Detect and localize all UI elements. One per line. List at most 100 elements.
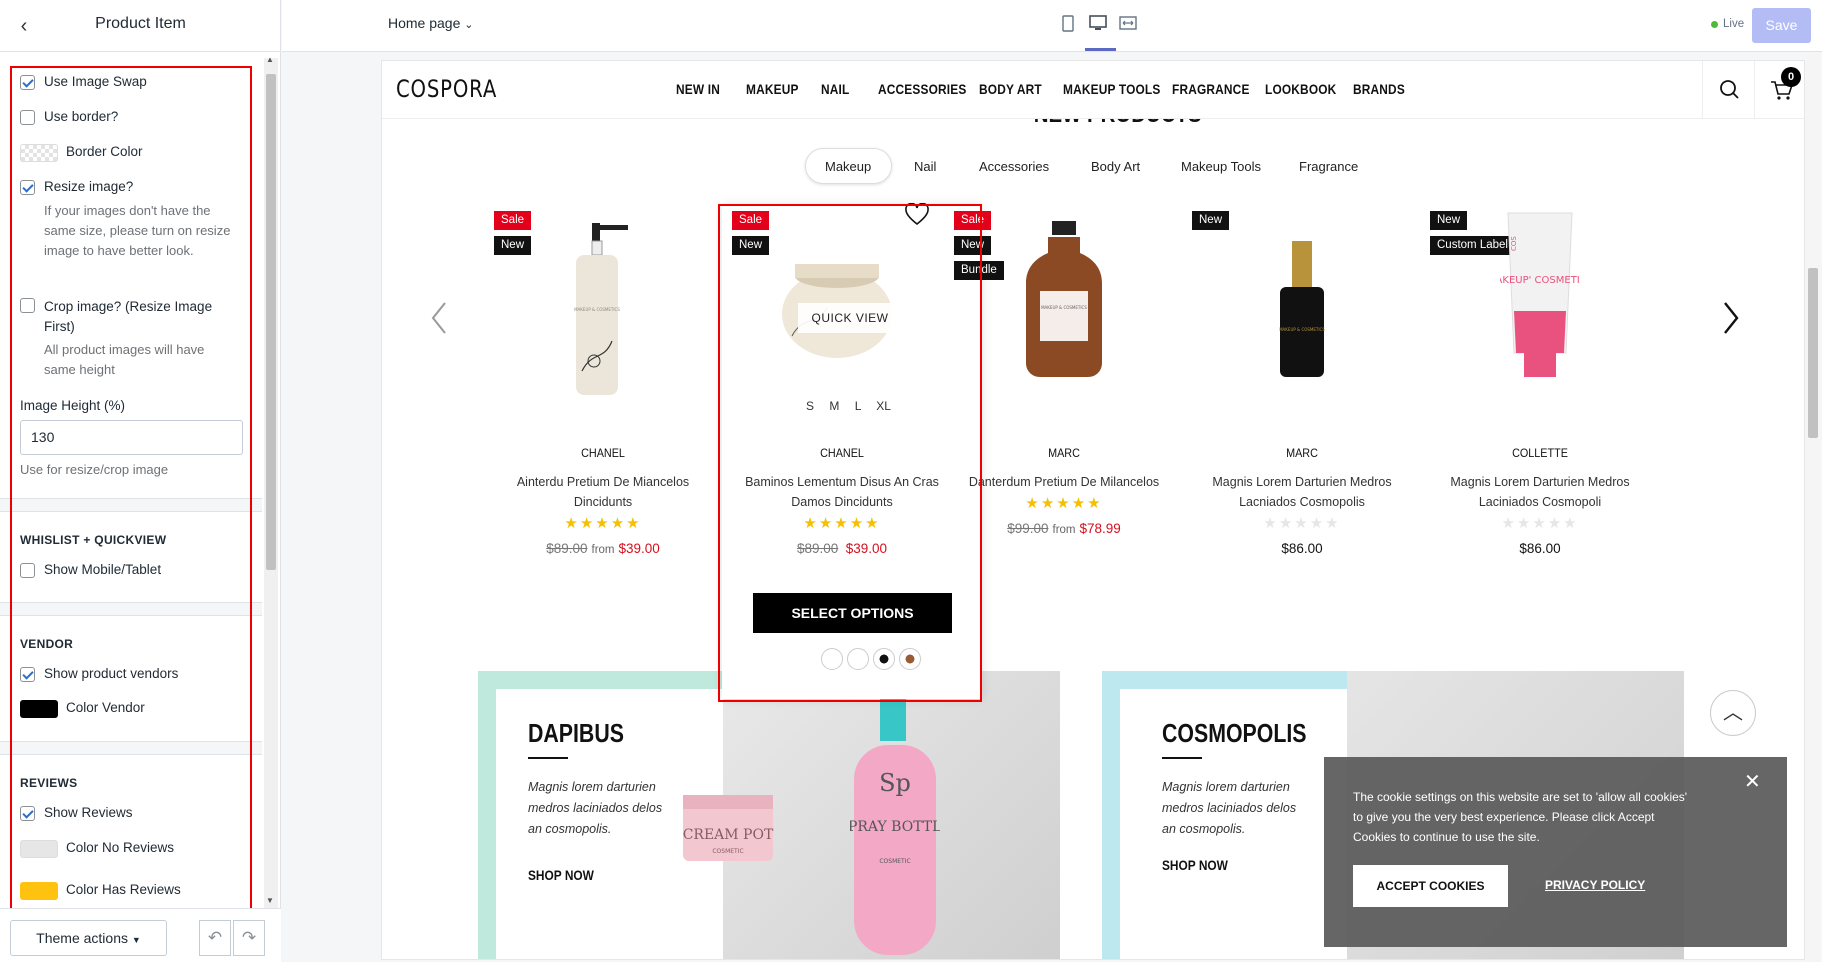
nav-fragrance[interactable]: FRAGRANCE <box>1172 81 1250 97</box>
section-divider <box>0 602 262 616</box>
undo-icon[interactable]: ↶ <box>199 920 231 956</box>
size-option-m[interactable]: M <box>829 399 839 413</box>
use-border-checkbox[interactable] <box>20 110 35 125</box>
product-title[interactable]: Danterdum Pretium De Milancelos <box>954 472 1174 492</box>
banner-spray-bottle-image: Sp SPRAY BOTTLE COSMETIC <box>850 681 940 955</box>
section-divider <box>0 498 262 512</box>
size-option-l[interactable]: L <box>855 399 861 413</box>
theme-editor-sidebar: ‹ Product Item Use Image Swap Use border… <box>0 0 281 962</box>
close-icon[interactable]: ✕ <box>1744 769 1761 794</box>
scroll-up-arrow-icon[interactable]: ▲ <box>266 55 274 64</box>
banner-title: DAPIBUS <box>528 718 624 748</box>
crop-image-checkbox[interactable] <box>20 298 35 313</box>
preview-scroll-thumb[interactable] <box>1808 268 1818 438</box>
privacy-policy-link[interactable]: PRIVACY POLICY <box>1545 878 1645 892</box>
color-vendor-swatch[interactable] <box>20 700 58 718</box>
product-image[interactable]: MAKEUP & COSMETICS <box>1004 221 1124 381</box>
tab-makeup-tools[interactable]: Makeup Tools <box>1181 159 1261 174</box>
swatch-amber-icon[interactable] <box>899 648 921 670</box>
product-image-label: MAKEUP & COSMETICS <box>1041 305 1087 310</box>
product-image[interactable] <box>772 236 902 366</box>
accept-cookies-button[interactable]: ACCEPT COOKIES <box>1353 865 1508 907</box>
compare-price: $99.00 <box>1007 521 1049 536</box>
tab-body-art[interactable]: Body Art <box>1091 159 1140 174</box>
store-logo[interactable]: COSPORA <box>396 75 497 103</box>
fullwidth-view-icon[interactable] <box>1118 15 1138 37</box>
theme-actions-button[interactable]: Theme actions ▼ <box>10 920 167 956</box>
carousel-next-arrow-icon[interactable] <box>1722 301 1740 340</box>
border-color-swatch[interactable] <box>20 144 58 162</box>
banner-bottle-logo: Sp <box>879 769 911 797</box>
banner-text: Magnis lorem darturien medros laciniados… <box>1162 780 1297 836</box>
swatch-jar-icon[interactable] <box>821 648 843 670</box>
rating-stars-empty-icon: ★★★★★ <box>1501 515 1579 532</box>
product-vendor[interactable]: COLLETTE <box>1441 446 1639 460</box>
product-image-label: MAKEUP & COSMETICS <box>574 307 620 312</box>
size-option-s[interactable]: S <box>806 399 814 413</box>
tab-makeup[interactable]: Makeup <box>825 159 871 174</box>
show-reviews-checkbox[interactable] <box>20 806 35 821</box>
preview-scrollbar[interactable] <box>1806 53 1820 962</box>
scroll-down-arrow-icon[interactable]: ▼ <box>266 896 274 905</box>
product-title[interactable]: Magnis Lorem Darturien Medros Laciniados… <box>1430 472 1650 512</box>
show-mobile-checkbox[interactable] <box>20 563 35 578</box>
save-button[interactable]: Save <box>1752 8 1811 43</box>
nav-new-in[interactable]: NEW IN <box>676 81 720 97</box>
carousel-prev-arrow-icon[interactable] <box>430 301 448 340</box>
image-height-input[interactable]: 130 <box>20 420 243 455</box>
wishlist-section-title: WHISLIST + QUICKVIEW <box>20 533 167 547</box>
nav-accessories[interactable]: ACCESSORIES <box>878 81 967 97</box>
compare-price: $89.00 <box>796 541 839 556</box>
use-image-swap-checkbox[interactable] <box>20 75 35 90</box>
color-no-reviews-swatch[interactable] <box>20 840 58 858</box>
banner-bottle-label: SPRAY BOTTLE <box>850 819 940 835</box>
page-selector[interactable]: Home page ⌄ <box>388 15 474 31</box>
product-vendor[interactable]: MARC <box>1203 446 1401 460</box>
image-height-label: Image Height (%) <box>20 398 126 413</box>
shop-now-link[interactable]: SHOP NOW <box>1162 857 1228 873</box>
nav-brands[interactable]: BRANDS <box>1353 81 1405 97</box>
product-price: $86.00 <box>1281 541 1323 556</box>
color-no-reviews-label: Color No Reviews <box>66 840 175 855</box>
rating-stars-icon: ★★★★★ <box>564 515 642 532</box>
color-has-reviews-swatch[interactable] <box>20 882 58 900</box>
banner-divider <box>528 757 568 759</box>
nav-makeup[interactable]: MAKEUP <box>746 81 799 97</box>
tab-nail[interactable]: Nail <box>914 159 936 174</box>
tab-accessories[interactable]: Accessories <box>979 159 1049 174</box>
tab-fragrance[interactable]: Fragrance <box>1299 159 1358 174</box>
product-image[interactable]: MAKEUP' COSMETICS COS <box>1500 211 1580 391</box>
resize-image-checkbox[interactable] <box>20 180 35 195</box>
product-title[interactable]: Ainterdu Pretium De Miancelos Dincidunts <box>493 472 713 512</box>
back-to-top-chevron-icon[interactable]: ︿ <box>1710 690 1756 736</box>
product-title[interactable]: Baminos Lementum Disus An Cras Damos Din… <box>732 472 952 512</box>
product-vendor[interactable]: MARC <box>965 446 1163 460</box>
product-image[interactable]: MAKEUP & COSMETICS <box>1272 241 1332 381</box>
product-vendor[interactable]: CHANEL <box>504 446 702 460</box>
banner-text: Magnis lorem darturien medros laciniados… <box>528 780 663 836</box>
banner-jar-image: CREAM POT COSMETIC <box>683 795 774 861</box>
search-icon[interactable] <box>1702 61 1754 119</box>
mobile-view-icon[interactable] <box>1058 15 1078 37</box>
swatch-pump-icon[interactable] <box>847 648 869 670</box>
desktop-view-icon[interactable] <box>1088 15 1108 37</box>
redo-icon[interactable]: ↷ <box>233 920 265 956</box>
swatch-bottle-icon[interactable] <box>873 648 895 670</box>
promo-banner[interactable]: CREAM POT COSMETIC Sp SPRAY BOTTLE COSMETIC… <box>478 671 1060 959</box>
nav-nail[interactable]: NAIL <box>821 81 849 97</box>
product-image[interactable]: MAKEUP & COSMETICS <box>558 211 648 401</box>
shop-now-link[interactable]: SHOP NOW <box>528 867 594 883</box>
section-divider <box>0 741 262 755</box>
sidebar-scroll-thumb[interactable] <box>266 74 276 570</box>
quick-view-button[interactable]: QUICK VIEW <box>798 303 902 333</box>
product-title[interactable]: Magnis Lorem Darturien Medros Lacniados … <box>1192 472 1412 512</box>
wishlist-heart-icon[interactable] <box>904 202 930 232</box>
nav-makeup-tools[interactable]: MAKEUP TOOLS <box>1063 81 1160 97</box>
nav-body-art[interactable]: BODY ART <box>979 81 1042 97</box>
show-vendors-checkbox[interactable] <box>20 667 35 682</box>
size-option-xl[interactable]: XL <box>876 399 891 413</box>
sidebar-title: Product Item <box>95 15 186 32</box>
nav-lookbook[interactable]: LOOKBOOK <box>1265 81 1336 97</box>
select-options-button[interactable]: SELECT OPTIONS <box>753 593 952 633</box>
product-vendor[interactable]: CHANEL <box>743 446 941 460</box>
